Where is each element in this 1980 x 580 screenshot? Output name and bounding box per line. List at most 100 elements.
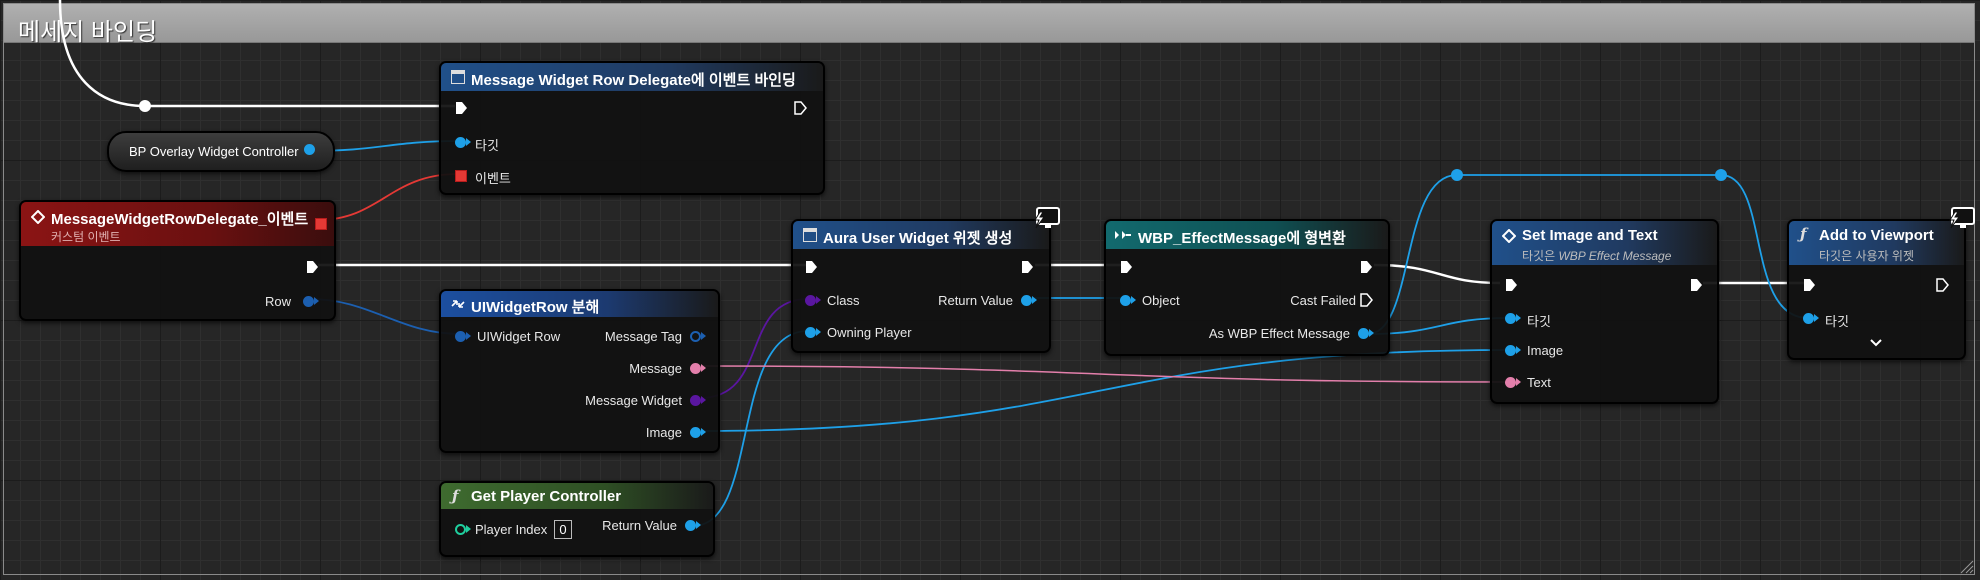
pin-label: Text xyxy=(1527,375,1551,390)
resize-grip-icon[interactable] xyxy=(1958,558,1974,574)
exec-out-pin[interactable] xyxy=(794,101,807,115)
target-pin[interactable] xyxy=(1803,313,1814,324)
pin-arrow xyxy=(816,296,821,304)
add-to-viewport-node[interactable]: ƒ Add to Viewport 타깃은 사용자 위젯 타깃 xyxy=(1787,219,1966,360)
node-title: Message Widget Row Delegate에 이벤트 바인딩 xyxy=(471,72,796,89)
message-tag-pin[interactable] xyxy=(690,331,701,342)
exec-out-pin[interactable] xyxy=(306,260,319,274)
object-pin[interactable] xyxy=(1120,295,1131,306)
bind-event-node[interactable]: Message Widget Row Delegate에 이벤트 바인딩 타깃 … xyxy=(439,61,825,195)
pin-label: UIWidget Row xyxy=(477,329,561,344)
target-pin[interactable] xyxy=(455,137,466,148)
image-pin-row[interactable]: Image xyxy=(1505,341,1605,361)
pin-label: 이벤트 xyxy=(475,171,511,186)
text-pin-row[interactable]: Text xyxy=(1505,373,1605,393)
player-index-pin[interactable] xyxy=(455,524,466,535)
delegate-output-pin[interactable] xyxy=(315,218,327,230)
output-pin-object[interactable] xyxy=(304,144,315,155)
class-pin[interactable] xyxy=(805,295,816,306)
exec-in-pin[interactable] xyxy=(805,260,818,274)
cast-failed-pin[interactable] xyxy=(1360,293,1373,307)
node-header: WBP_EffectMessage에 형변환 xyxy=(1106,221,1388,249)
uiwidget-row-in-pin[interactable] xyxy=(455,331,466,342)
image-out-row[interactable]: Image xyxy=(561,423,706,443)
node-subtitle: 타깃은 WBP Effect Message xyxy=(1522,247,1671,264)
pin-arrow xyxy=(696,521,701,529)
image-pin[interactable] xyxy=(1505,345,1516,356)
target-pin[interactable] xyxy=(1505,313,1516,324)
message-tag-row[interactable]: Message Tag xyxy=(561,327,706,347)
struct-break-icon xyxy=(451,300,465,308)
pin-label: 타깃 xyxy=(1527,314,1551,329)
class-pin-row[interactable]: Class xyxy=(805,291,905,311)
event-pin-row[interactable]: 이벤트 xyxy=(455,166,655,186)
node-header: UIWidgetRow 분해 xyxy=(441,291,718,317)
return-value-row[interactable]: Return Value xyxy=(913,291,1037,311)
node-header: ƒ Get Player Controller xyxy=(441,483,713,509)
node-title: Add to Viewport xyxy=(1819,227,1934,244)
pin-arrow xyxy=(701,396,706,404)
target-pin-row[interactable]: 타깃 xyxy=(455,133,655,153)
create-widget-node[interactable]: Aura User Widget 위젯 생성 Class Return Valu… xyxy=(791,219,1051,353)
player-index-input[interactable]: 0 xyxy=(554,520,572,539)
exec-in-pin[interactable] xyxy=(1120,260,1133,274)
exec-in-pin[interactable] xyxy=(1803,278,1816,292)
pin-arrow xyxy=(466,138,471,146)
target-pin-row[interactable]: 타깃 xyxy=(1505,309,1605,329)
monitor-lightning-icon xyxy=(1034,207,1060,229)
row-pin-row[interactable]: Row xyxy=(171,292,321,312)
exec-out-pin[interactable] xyxy=(1936,278,1949,292)
message-out-row[interactable]: Message xyxy=(561,359,706,379)
image-out-pin[interactable] xyxy=(690,427,701,438)
pin-label: Owning Player xyxy=(827,325,912,340)
object-reroute-knot-1[interactable] xyxy=(1451,169,1463,181)
break-uiwidgetrow-node[interactable]: UIWidgetRow 분해 UIWidget Row Message Tag … xyxy=(439,289,720,453)
message-widget-row[interactable]: Message Widget xyxy=(541,391,706,411)
bp-overlay-widget-controller-node[interactable]: BP Overlay Widget Controller xyxy=(107,131,335,172)
cast-failed-row[interactable]: Cast Failed xyxy=(1256,291,1374,311)
set-image-and-text-node[interactable]: Set Image and Text 타깃은 WBP Effect Messag… xyxy=(1490,219,1719,404)
subtitle-target: WBP Effect Message xyxy=(1558,249,1672,263)
message-out-pin[interactable] xyxy=(690,363,701,374)
event-pin[interactable] xyxy=(455,170,467,182)
pin-arrow xyxy=(701,428,706,436)
pin-arrow xyxy=(1516,314,1521,322)
target-pin-row[interactable]: 타깃 xyxy=(1803,309,1903,329)
pin-arrow xyxy=(701,364,706,372)
chevron-down-icon[interactable] xyxy=(1869,338,1883,348)
comment-header[interactable]: 메세지 바인딩 xyxy=(4,4,1974,46)
return-value-pin[interactable] xyxy=(1021,295,1032,306)
owning-player-row[interactable]: Owning Player xyxy=(805,323,955,343)
row-output-pin[interactable] xyxy=(303,296,314,307)
exec-out-pin[interactable] xyxy=(1360,260,1373,274)
object-pin-row[interactable]: Object xyxy=(1120,291,1220,311)
owning-player-pin[interactable] xyxy=(805,327,816,338)
as-wbp-pin[interactable] xyxy=(1358,328,1369,339)
function-f-icon: ƒ xyxy=(452,487,459,505)
as-wbp-row[interactable]: As WBP Effect Message xyxy=(1196,324,1374,344)
node-header: Set Image and Text 타깃은 WBP Effect Messag… xyxy=(1492,221,1717,265)
function-square-icon xyxy=(803,228,817,242)
object-reroute-knot-2[interactable] xyxy=(1715,169,1727,181)
pc-return-pin[interactable] xyxy=(685,520,696,531)
get-player-controller-node[interactable]: ƒ Get Player Controller Player Index 0 R… xyxy=(439,481,715,557)
pin-label: 타깃 xyxy=(1825,314,1849,329)
exec-reroute-knot[interactable] xyxy=(139,100,151,112)
exec-in-pin[interactable] xyxy=(455,101,468,115)
exec-in-pin[interactable] xyxy=(1505,278,1518,292)
function-square-icon xyxy=(451,70,465,84)
node-header: ƒ Add to Viewport 타깃은 사용자 위젯 xyxy=(1789,221,1964,265)
custom-event-node[interactable]: MessageWidgetRowDelegate_이벤트 커스텀 이벤트 Row xyxy=(19,200,336,321)
text-pin[interactable] xyxy=(1505,377,1516,388)
pin-arrow xyxy=(1032,296,1037,304)
exec-out-pin[interactable] xyxy=(1690,278,1703,292)
pc-return-row[interactable]: Return Value xyxy=(571,516,701,536)
pin-label: Return Value xyxy=(602,518,677,533)
pin-arrow xyxy=(1516,378,1521,386)
pin-label: Image xyxy=(1527,343,1564,358)
event-diamond-icon xyxy=(1502,229,1516,243)
node-header: Message Widget Row Delegate에 이벤트 바인딩 xyxy=(441,63,823,91)
message-widget-pin[interactable] xyxy=(690,395,701,406)
exec-out-pin[interactable] xyxy=(1021,260,1034,274)
cast-node[interactable]: WBP_EffectMessage에 형변환 Object Cast Faile… xyxy=(1104,219,1390,356)
